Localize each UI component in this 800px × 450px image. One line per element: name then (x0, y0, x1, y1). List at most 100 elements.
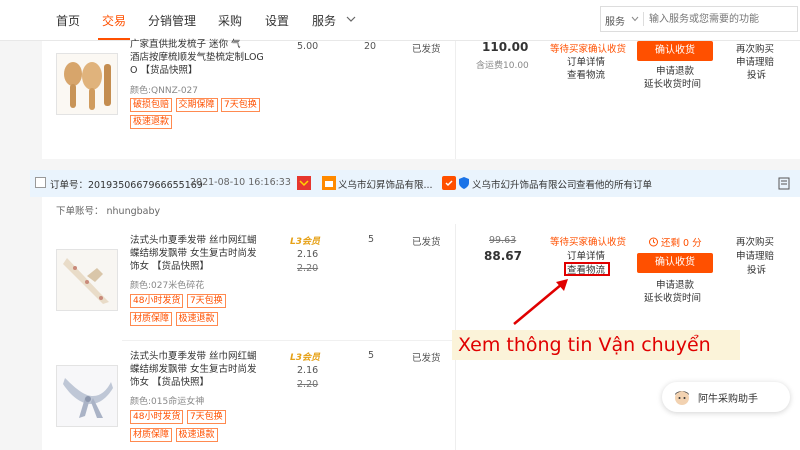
nav-trade[interactable]: 交易 (102, 12, 126, 29)
tag-damage: 破损包赔 (130, 98, 173, 112)
divider (455, 41, 456, 159)
quantity: 20 (364, 41, 377, 52)
apply-refund-link[interactable]: 申请退款 (656, 63, 694, 77)
order-total: 88.67 (484, 249, 522, 263)
order-number: 订单号：2019350667966655169 (50, 180, 203, 191)
product-color: 颜色:015命运女神 (130, 397, 205, 407)
search-divider (643, 12, 644, 26)
apply-refund-link[interactable]: 申请退款 (656, 277, 694, 291)
original-total: 99.63 (489, 235, 517, 246)
top-nav: 首页 交易 分销管理 采购 设置 服务 服务 (0, 0, 800, 41)
seller-name-short[interactable]: 义乌市幻昇饰品有限... (338, 177, 433, 191)
tag-48h-ship: 48小时发货 (130, 294, 184, 308)
member-badge: L3会员 (290, 353, 320, 363)
nav-settings[interactable]: 设置 (265, 12, 289, 29)
tag-material: 材质保障 (130, 428, 173, 442)
item-status: 已发货 (412, 353, 441, 364)
nav-active-indicator (98, 38, 130, 40)
nav-services[interactable]: 服务 (312, 12, 336, 29)
item-status: 已发货 (412, 237, 441, 248)
countdown: 还剩 0 分 (661, 238, 702, 249)
product-image-comb[interactable] (56, 53, 118, 115)
original-price: 2.20 (297, 263, 319, 274)
alarm-clock-icon (649, 237, 658, 247)
original-price: 2.20 (297, 379, 319, 390)
tag-refund: 极速退款 (175, 428, 218, 442)
rebuy-link[interactable]: 再次购买 (736, 41, 774, 55)
claim-link[interactable]: 申请理赔 (736, 54, 774, 68)
confirm-receipt-button[interactable]: 确认收货 (637, 253, 713, 273)
seller-name[interactable]: 义乌市幻升饰品有限公司 (472, 177, 577, 191)
unit-price: 2.16 (297, 365, 319, 376)
confirm-receipt-button[interactable]: 确认收货 (637, 41, 713, 61)
comb-image (57, 54, 117, 114)
unit-price: 5.00 (297, 41, 319, 52)
shipping-fee: 含运费10.00 (476, 61, 529, 71)
tag-refund: 极速退款 (130, 115, 173, 129)
product-image-scarf[interactable] (56, 365, 118, 427)
assistant-label: 阿牛采购助手 (698, 394, 758, 405)
tag-delivery: 交期保障 (175, 98, 218, 112)
search-input[interactable] (649, 10, 794, 28)
view-logistics-link[interactable]: 查看物流 (567, 67, 605, 81)
assistant-avatar-icon (675, 391, 689, 405)
store-icon (322, 176, 336, 190)
note-icon[interactable] (778, 177, 790, 190)
order-card-previous: 广家直供批发梳子 迷你 气 酒店按摩梳顺发气垫梳定制LOG O 【货品快照】 颜… (42, 38, 800, 159)
tag-exchange: 7天包换 (221, 98, 260, 112)
purchase-assistant-button[interactable]: 阿牛采购助手 (662, 382, 790, 412)
product-color: 颜色:027米色碎花 (130, 281, 205, 291)
nav-distribution[interactable]: 分销管理 (148, 12, 196, 29)
tag-exchange: 7天包换 (186, 410, 226, 424)
order-datetime: 2021-08-10 16:16:33 (190, 177, 291, 188)
highlight-box (564, 262, 610, 276)
order-card-main: 下单账号： nhungbaby 法式头巾夏季发带 丝巾网红蝴 蝶结绑发飘带 女生… (42, 197, 800, 450)
order-detail-link[interactable]: 订单详情 (567, 248, 605, 262)
order-state: 等待买家确认收货 (550, 237, 627, 248)
unit-price: 2.16 (297, 249, 319, 260)
order-total: 110.00 (482, 40, 529, 54)
complain-link[interactable]: 投诉 (747, 67, 766, 81)
product-title[interactable]: 法式头巾夏季发带 丝巾网红蝴 蝶结绑发飘带 女生复古时尚发 饰女 【货品快照】 (130, 234, 280, 273)
scarf-image (57, 366, 117, 426)
extend-receipt-link[interactable]: 延长收货时间 (644, 290, 701, 304)
tag-group: 48小时发货 7天包换 材质保障 极速退款 (130, 293, 290, 326)
product-title[interactable]: 法式头巾夏季发带 丝巾网红蝴 蝶结绑发飘带 女生复古时尚发 饰女 【货品快照】 (130, 350, 280, 389)
rebuy-link[interactable]: 再次购买 (736, 234, 774, 248)
quantity: 5 (368, 350, 375, 361)
chevron-down-icon[interactable] (631, 16, 639, 22)
tag-material: 材质保障 (130, 312, 173, 326)
item-divider (122, 340, 455, 341)
tag-48h-ship: 48小时发货 (130, 410, 184, 424)
extend-receipt-link[interactable]: 延长收货时间 (644, 76, 701, 90)
nav-purchase[interactable]: 采购 (218, 12, 242, 29)
search-box[interactable]: 服务 (600, 6, 798, 32)
product-title[interactable]: 广家直供批发梳子 迷你 气 酒店按摩梳顺发气垫梳定制LOG O 【货品快照】 (130, 38, 280, 80)
shield-icon (459, 177, 469, 189)
quantity: 5 (368, 234, 375, 245)
member-badge: L3会员 (290, 237, 320, 247)
annotation-arrow-icon (513, 279, 568, 325)
product-image-scarf[interactable] (56, 249, 118, 311)
tag-refund: 极速退款 (175, 312, 218, 326)
tag-exchange: 7天包换 (186, 294, 226, 308)
verified-seller-icon (442, 176, 456, 190)
claim-link[interactable]: 申请理赔 (736, 248, 774, 262)
view-all-orders-link[interactable]: 查看他的所有订单 (576, 177, 652, 191)
annotation-label: Xem thông tin Vận chuyển (452, 330, 740, 360)
nav-home[interactable]: 首页 (56, 12, 80, 29)
shop-badge-icon (297, 176, 311, 190)
chevron-down-icon[interactable] (346, 15, 356, 23)
order-account: 下单账号： nhungbaby (56, 206, 161, 217)
search-scope-select[interactable]: 服务 (605, 13, 625, 28)
order-state: 等待买家确认收货 (550, 44, 627, 55)
tag-group: 48小时发货 7天包换 材质保障 极速退款 (130, 409, 290, 442)
tag-group: 破损包赔 交期保障 7天包换 极速退款 (130, 97, 290, 129)
order-checkbox[interactable] (35, 177, 46, 188)
order-header: 订单号：2019350667966655169 2021-08-10 16:16… (30, 170, 800, 197)
complain-link[interactable]: 投诉 (747, 262, 766, 276)
order-detail-link[interactable]: 订单详情 (567, 54, 605, 68)
item-status: 已发货 (412, 44, 441, 55)
product-color: 颜色:QNNZ-027 (130, 86, 199, 96)
scarf-image (57, 250, 117, 310)
